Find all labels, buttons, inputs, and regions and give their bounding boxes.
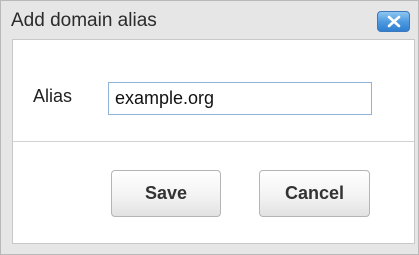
cancel-button[interactable]: Cancel bbox=[259, 170, 370, 217]
add-domain-alias-dialog: Add domain alias Alias Save Cancel bbox=[0, 0, 419, 255]
dialog-title: Add domain alias bbox=[11, 10, 157, 31]
save-button[interactable]: Save bbox=[111, 170, 221, 217]
alias-input[interactable] bbox=[108, 82, 372, 115]
close-button[interactable] bbox=[377, 11, 410, 32]
dialog-titlebar: Add domain alias bbox=[1, 1, 418, 39]
dialog-body: Alias Save Cancel bbox=[12, 39, 415, 244]
alias-label: Alias bbox=[33, 86, 73, 106]
divider bbox=[13, 141, 414, 142]
